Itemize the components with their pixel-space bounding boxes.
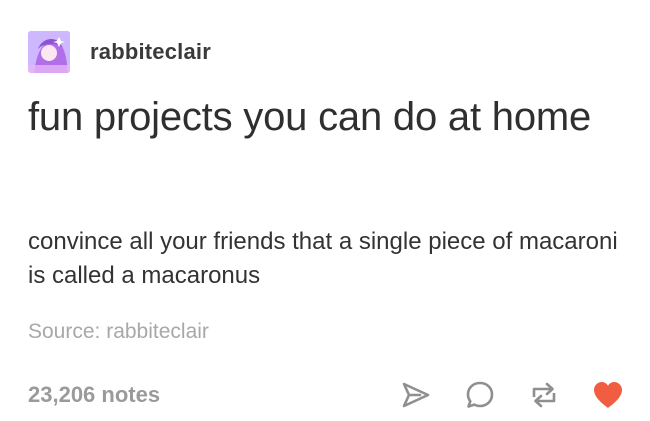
avatar[interactable]	[28, 31, 70, 73]
post-actions	[370, 377, 626, 413]
reply-button[interactable]	[462, 377, 498, 413]
post-title: fun projects you can do at home	[28, 95, 592, 139]
like-button[interactable]	[590, 377, 626, 413]
tumblr-post: rabbiteclair fun projects you can do at …	[0, 0, 650, 421]
post-footer: 23,206 notes	[28, 375, 626, 415]
source-link[interactable]: Source: rabbiteclair	[28, 320, 209, 344]
post-header: rabbiteclair	[28, 31, 211, 73]
heart-icon	[594, 382, 622, 408]
reblog-button[interactable]	[526, 377, 562, 413]
post-body: convince all your friends that a single …	[28, 228, 618, 289]
username[interactable]: rabbiteclair	[90, 39, 211, 65]
reply-icon	[466, 381, 494, 408]
notes-count[interactable]: 23,206 notes	[28, 382, 160, 408]
reblog-icon	[532, 382, 556, 408]
share-button[interactable]	[398, 377, 434, 413]
share-icon	[402, 382, 430, 408]
